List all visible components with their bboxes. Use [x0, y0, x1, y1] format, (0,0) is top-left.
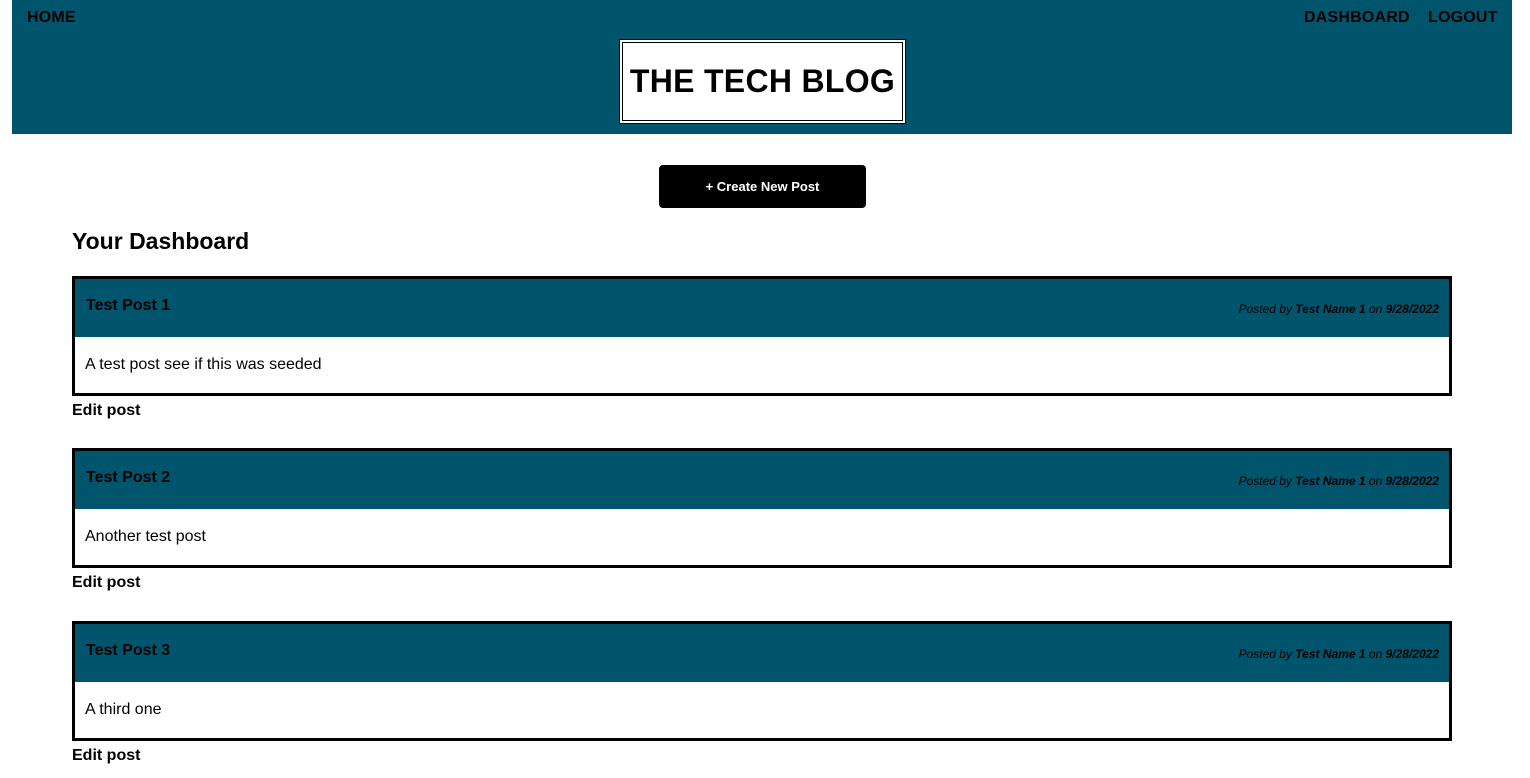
- post-meta: Posted by Test Name 1 on 9/28/2022: [1239, 647, 1439, 661]
- site-header: HOME DASHBOARD LOGOUT THE TECH BLOG: [12, 0, 1512, 134]
- post-header: Test Post 2 Posted by Test Name 1 on 9/2…: [75, 451, 1449, 509]
- post-card[interactable]: Test Post 1 Posted by Test Name 1 on 9/2…: [72, 276, 1452, 396]
- post-date: 9/28/2022: [1385, 647, 1439, 661]
- post-header: Test Post 1 Posted by Test Name 1 on 9/2…: [75, 279, 1449, 337]
- post-author: Test Name 1: [1295, 474, 1366, 488]
- post-title: Test Post 2: [86, 469, 171, 486]
- posted-by-label: Posted by: [1238, 474, 1292, 488]
- create-new-post-button[interactable]: + Create New Post: [659, 165, 866, 208]
- on-label: on: [1368, 302, 1383, 316]
- post-meta: Posted by Test Name 1 on 9/28/2022: [1239, 474, 1439, 488]
- post-title: Test Post 3: [86, 642, 171, 659]
- site-title: THE TECH BLOG: [622, 42, 903, 121]
- edit-post-link[interactable]: Edit post: [72, 402, 140, 420]
- post-card[interactable]: Test Post 2 Posted by Test Name 1 on 9/2…: [72, 448, 1452, 568]
- edit-post-link[interactable]: Edit post: [72, 747, 140, 765]
- post-title: Test Post 1: [86, 297, 171, 314]
- post-author: Test Name 1: [1295, 302, 1366, 316]
- page-title: Your Dashboard: [72, 228, 250, 254]
- post-meta: Posted by Test Name 1 on 9/28/2022: [1239, 302, 1439, 316]
- post-date: 9/28/2022: [1385, 474, 1439, 488]
- post-author: Test Name 1: [1295, 647, 1366, 661]
- post-header: Test Post 3 Posted by Test Name 1 on 9/2…: [75, 624, 1449, 682]
- edit-post-link[interactable]: Edit post: [72, 574, 140, 592]
- nav-dashboard-link[interactable]: DASHBOARD: [1304, 9, 1410, 27]
- post-body: A test post see if this was seeded: [75, 337, 1449, 393]
- post-date: 9/28/2022: [1385, 302, 1439, 316]
- nav-logout-link[interactable]: LOGOUT: [1428, 9, 1498, 27]
- post-body: A third one: [75, 682, 1449, 738]
- posted-by-label: Posted by: [1238, 302, 1292, 316]
- on-label: on: [1368, 647, 1383, 661]
- posted-by-label: Posted by: [1238, 647, 1292, 661]
- post-body: Another test post: [75, 509, 1449, 565]
- post-card[interactable]: Test Post 3 Posted by Test Name 1 on 9/2…: [72, 621, 1452, 741]
- site-logo: THE TECH BLOG: [619, 39, 906, 124]
- nav-home-link[interactable]: HOME: [27, 9, 76, 27]
- on-label: on: [1368, 474, 1383, 488]
